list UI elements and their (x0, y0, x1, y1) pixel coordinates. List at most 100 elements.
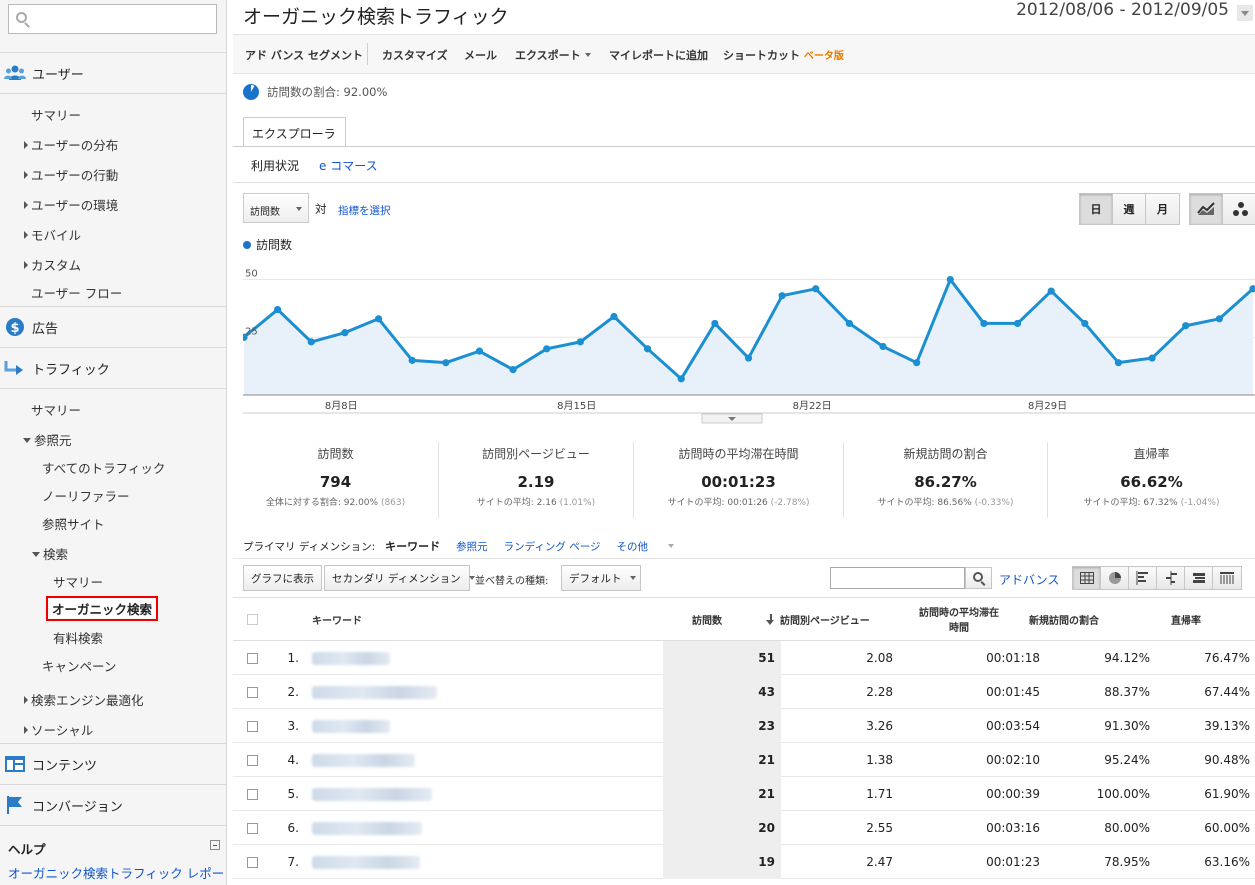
date-range-picker[interactable]: 2012/08/06 - 2012/09/05 (1016, 0, 1229, 20)
users-icon (4, 63, 26, 83)
export-button[interactable]: エクスポート (515, 47, 591, 63)
sidebar-search-input[interactable] (8, 4, 217, 34)
sidebar-item-search[interactable]: 検索 (32, 544, 68, 563)
sidebar-section-conversion[interactable]: コンバージョン (0, 787, 227, 823)
divider (0, 825, 227, 826)
sort-type-select[interactable]: デフォルト (561, 565, 641, 591)
keyword-link[interactable] (312, 777, 432, 811)
sidebar-item-paid-search[interactable]: 有料検索 (53, 628, 103, 647)
table-view-data-button[interactable] (1073, 567, 1101, 589)
chevron-down-icon[interactable] (1237, 5, 1253, 21)
row-checkbox[interactable] (247, 777, 258, 811)
sidebar-item-users-summary[interactable]: サマリー (31, 105, 81, 124)
table-view-pivot-button[interactable] (1185, 567, 1213, 589)
month-button[interactable]: 月 (1146, 194, 1179, 224)
sidebar-item-traffic-summary[interactable]: サマリー (31, 400, 81, 419)
row-checkbox[interactable] (247, 811, 258, 845)
row-checkbox[interactable] (247, 709, 258, 743)
keyword-link[interactable] (312, 743, 415, 777)
col-keyword[interactable]: キーワード (312, 598, 362, 640)
keyword-link[interactable] (312, 641, 390, 675)
shortcut-button[interactable]: ショートカット ベータ版 (723, 47, 844, 63)
subtab-ecommerce[interactable]: e コマース (319, 157, 378, 174)
line-chart-button[interactable] (1190, 194, 1223, 224)
sidebar-item-seo[interactable]: 検索エンジン最適化 (24, 690, 144, 709)
sidebar-item-users-flow[interactable]: ユーザー フロー (31, 283, 122, 302)
sidebar-item-campaign[interactable]: キャンペーン (42, 656, 116, 675)
table-filter-search-button[interactable] (965, 567, 992, 589)
advanced-segment-button[interactable]: アド バンス セグメント (245, 47, 363, 63)
secondary-dimension-select[interactable]: セカンダリ ディメンション (324, 565, 475, 591)
advanced-filter-link[interactable]: アドバンス (999, 571, 1059, 588)
dimension-keyword[interactable]: キーワード (385, 538, 440, 554)
keyword-link[interactable] (312, 709, 390, 743)
week-button[interactable]: 週 (1113, 194, 1146, 224)
sidebar-item-search-summary[interactable]: サマリー (53, 572, 103, 591)
sidebar-item-no-referrer[interactable]: ノーリファラー (42, 486, 130, 505)
motion-chart-button[interactable] (1223, 194, 1255, 224)
table-row[interactable]: 5. 21 1.71 00:00:39 100.00% 61.90% (233, 777, 1255, 811)
email-button[interactable]: メール (464, 47, 497, 63)
row-checkbox[interactable] (247, 743, 258, 777)
col-new-visits[interactable]: 新規訪問の割合 (1029, 598, 1099, 640)
customize-button[interactable]: カスタマイズ (382, 47, 448, 63)
metric-select[interactable]: 訪問数 (243, 193, 309, 223)
tab-explorer[interactable]: エクスプローラ (243, 117, 346, 147)
table-row[interactable]: 2. 43 2.28 00:01:45 88.37% 67.44% (233, 675, 1255, 709)
table-row[interactable]: 4. 21 1.38 00:02:10 95.24% 90.48% (233, 743, 1255, 777)
sidebar-item-users-environment[interactable]: ユーザーの環境 (24, 195, 118, 214)
chevron-down-icon (668, 543, 675, 548)
sidebar-item-social[interactable]: ソーシャル (24, 720, 93, 739)
sidebar-item-users-distribution[interactable]: ユーザーの分布 (24, 135, 118, 154)
dimension-other[interactable]: その他 (617, 539, 691, 554)
plot-rows-button[interactable]: グラフに表示 (243, 565, 322, 591)
row-checkbox[interactable] (247, 675, 258, 709)
sidebar-section-ads[interactable]: $ 広告 (0, 309, 227, 345)
data-point (677, 375, 685, 383)
sidebar-item-mobile[interactable]: モバイル (24, 225, 81, 244)
col-avg-duration-label-2: 時間 (949, 623, 969, 634)
sidebar-item-organic-search[interactable]: オーガニック検索 (45, 596, 159, 621)
sidebar-section-users[interactable]: ユーザー (0, 55, 227, 91)
sidebar-item-users-behavior[interactable]: ユーザーの行動 (24, 165, 118, 184)
sidebar-section-traffic[interactable]: トラフィック (0, 350, 227, 386)
table-view-pie-button[interactable] (1101, 567, 1129, 589)
sidebar-item-referral[interactable]: 参照元 (23, 430, 72, 449)
dimension-landing-page[interactable]: ランディング ページ (504, 539, 601, 554)
sidebar-item-custom[interactable]: カスタム (24, 255, 81, 274)
date-end: 2012/09/05 (1131, 0, 1229, 20)
keyword-link[interactable] (312, 845, 420, 879)
table-view-comparison-button[interactable] (1157, 567, 1185, 589)
sidebar-section-content[interactable]: コンテンツ (0, 746, 227, 782)
table-view-term-cloud-button[interactable] (1213, 567, 1241, 589)
add-myreport-button[interactable]: マイレポートに追加 (609, 47, 708, 63)
scorecard-label: 直帰率 (1133, 447, 1170, 461)
table-filter-input[interactable] (830, 567, 965, 589)
col-visits[interactable]: 訪問数 (692, 598, 722, 640)
data-point (274, 305, 282, 314)
redacted-keyword (312, 821, 422, 835)
dimension-source[interactable]: 参照元 (456, 539, 488, 554)
table-row[interactable]: 6. 20 2.55 00:03:16 80.00% 60.00% (233, 811, 1255, 845)
col-pageviews[interactable]: 訪問別ページビュー (766, 598, 870, 640)
table-row[interactable]: 7. 19 2.47 00:01:23 78.95% 63.16% (233, 845, 1255, 879)
table-view-performance-button[interactable] (1129, 567, 1157, 589)
help-link[interactable]: オーガニック検索トラフィック レポート (8, 863, 226, 885)
day-button[interactable]: 日 (1080, 194, 1113, 224)
table-row[interactable]: 1. 51 2.08 00:01:18 94.12% 76.47% (233, 641, 1255, 675)
sidebar-item-all-traffic[interactable]: すべてのトラフィック (42, 458, 165, 477)
subtab-usage[interactable]: 利用状況 (251, 157, 299, 174)
row-checkbox[interactable] (247, 845, 258, 879)
keyword-link[interactable] (312, 675, 437, 709)
divider (367, 43, 368, 65)
keyword-link[interactable] (312, 811, 422, 845)
row-checkbox[interactable] (247, 641, 258, 675)
select-all-checkbox[interactable] (247, 598, 258, 640)
table-row[interactable]: 3. 23 3.26 00:03:54 91.30% 39.13% (233, 709, 1255, 743)
data-point (744, 354, 753, 362)
col-bounce-rate[interactable]: 直帰率 (1171, 598, 1201, 640)
col-avg-duration[interactable]: 訪問時の平均滞在 時間 (903, 598, 1015, 640)
sidebar-item-referral-sites[interactable]: 参照サイト (42, 514, 105, 533)
collapse-icon[interactable] (210, 840, 220, 850)
pick-metric-link[interactable]: 指標を選択 (338, 203, 391, 218)
